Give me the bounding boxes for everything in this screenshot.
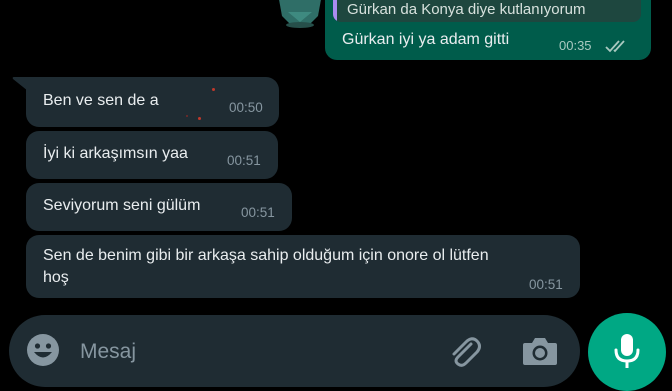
message-text: İyi ki arkaşımsın yaa [43,145,188,162]
message-time: 00:51 [529,277,563,292]
message-input[interactable]: Mesaj [80,340,136,364]
camera-icon[interactable] [522,335,558,367]
outgoing-message[interactable]: Gürkan da Konya diye kutlanıyorum Gürkan… [325,0,651,60]
emoji-icon[interactable] [26,333,60,367]
incoming-message[interactable]: Sen de benim gibi bir arkaşa sahip olduğ… [26,235,580,298]
message-text: Seviyorum seni gülüm [43,197,201,214]
redaction-mark [198,117,201,120]
message-text-line2: hoş [43,269,69,286]
quoted-reply[interactable]: Gürkan da Konya diye kutlanıyorum [333,0,641,22]
message-text: Gürkan iyi ya adam gitti [342,31,510,48]
message-time: 00:35 [559,38,592,53]
chat-area: Gürkan da Konya diye kutlanıyorum Gürkan… [0,0,672,391]
attach-icon[interactable] [447,333,485,371]
redacted-area [180,85,216,119]
redaction-mark [186,115,188,117]
mic-icon [614,334,640,368]
quoted-text: Gürkan da Konya diye kutlanıyorum [347,1,586,18]
sticker-image[interactable] [270,0,330,28]
message-composer[interactable]: Mesaj [9,315,580,387]
redaction-mark [212,88,215,91]
incoming-message[interactable]: İyi ki arkaşımsın yaa 00:51 [26,131,278,179]
quote-bar [333,0,337,22]
message-text: Ben ve sen de a [43,92,159,109]
message-time: 00:50 [229,100,263,115]
message-time: 00:51 [241,205,275,220]
double-check-icon [605,40,625,53]
incoming-message[interactable]: Ben ve sen de a 00:50 [26,77,279,127]
message-text-line1: Sen de benim gibi bir arkaşa sahip olduğ… [43,247,489,264]
incoming-message[interactable]: Seviyorum seni gülüm 00:51 [26,183,292,231]
mic-button[interactable] [588,313,666,391]
message-time: 00:51 [227,153,261,168]
